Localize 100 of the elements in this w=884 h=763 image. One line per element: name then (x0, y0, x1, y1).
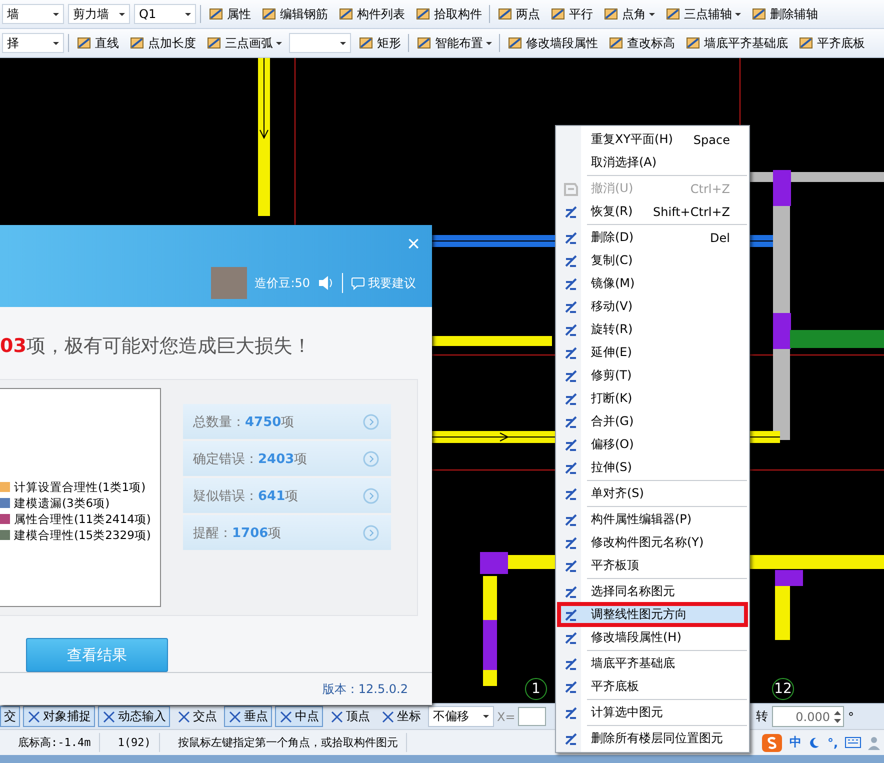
toolbar-button[interactable]: 拾取构件 (412, 3, 485, 25)
snap-toggle[interactable]: 交 (0, 706, 20, 727)
menu-item[interactable]: 延伸(E) (558, 341, 747, 364)
toolbar-button[interactable]: 构件列表 (335, 3, 408, 25)
tool-icon (563, 252, 579, 268)
menu-item[interactable]: 计算选中图元 (558, 701, 747, 724)
toolbar-button[interactable]: 删除辅轴 (748, 3, 821, 25)
menu-item[interactable]: 合并(G) (558, 410, 747, 433)
menu-item[interactable]: 修改墙段属性(H) (558, 626, 747, 649)
tool-icon (358, 35, 374, 51)
toolbar-button[interactable]: 三点辅轴 (662, 3, 744, 25)
tool-icon (129, 35, 145, 51)
snap-toggle[interactable]: 动态输入 (98, 706, 170, 727)
person-icon[interactable] (868, 736, 880, 750)
menu-item[interactable]: 平齐底板 (558, 675, 747, 698)
menu-item[interactable]: 选择同名称图元 (558, 580, 747, 603)
tool-icon (563, 344, 579, 360)
moon-icon[interactable] (808, 736, 820, 748)
chevron-icon[interactable] (363, 488, 379, 504)
menu-item[interactable]: 重复XY平面(H) Space (558, 128, 747, 151)
dropdown-field[interactable]: Q1 (134, 4, 196, 24)
toolbar-button[interactable]: 矩形 (355, 32, 404, 54)
tool-icon (415, 6, 431, 22)
tool-icon (208, 6, 224, 22)
menu-item[interactable]: 构件属性编辑器(P) (558, 508, 747, 531)
tool-icon (563, 322, 579, 338)
menu-item[interactable]: 拉伸(S) (558, 456, 747, 479)
x-input-field[interactable] (518, 707, 546, 726)
version-label: 版本：12.5.0.2 (322, 680, 408, 698)
speaker-icon[interactable] (318, 276, 334, 290)
dropdown-field[interactable]: 墙 (2, 4, 64, 24)
toolbar-button[interactable]: 点加长度 (126, 32, 199, 54)
dropdown-field[interactable] (289, 33, 351, 53)
menu-item[interactable]: 移动(V) (558, 295, 747, 318)
menu-item[interactable]: 偏移(O) (558, 433, 747, 456)
chevron-icon[interactable] (363, 450, 379, 466)
tool-icon (497, 6, 513, 22)
toolbar-button[interactable]: 平行 (547, 3, 596, 25)
tool-icon (76, 35, 92, 51)
snap-toggle[interactable]: 坐标 (377, 706, 425, 727)
toolbar-button[interactable]: 两点 (494, 3, 543, 25)
degree-label: ° (848, 710, 854, 724)
tool-icon (563, 298, 579, 314)
s-logo-icon[interactable] (762, 734, 782, 752)
chevron-icon[interactable] (363, 524, 379, 540)
toolbar-button[interactable]: 直线 (73, 32, 122, 54)
caret-icon (185, 12, 191, 16)
caret-icon (53, 12, 59, 16)
rotate-label: 转 (756, 708, 768, 725)
menu-item[interactable]: 修剪(T) (558, 364, 747, 387)
snap-toggle[interactable]: 对象捕捉 (23, 706, 95, 727)
tool-icon (550, 6, 566, 22)
tool-icon (563, 390, 579, 406)
rotate-input-field[interactable]: 0.000 (772, 706, 844, 727)
tool-icon (563, 436, 579, 452)
snap-toggle[interactable]: 垂点 (224, 706, 272, 727)
chat-icon (351, 276, 365, 290)
axis-label: 1 (525, 678, 547, 700)
spinner-arrows-icon[interactable] (834, 710, 841, 722)
dropdown-field[interactable]: 择 (2, 33, 64, 53)
x-label: X= (497, 710, 516, 724)
dropdown-field[interactable]: 剪力墙 (68, 4, 130, 24)
toolbar-button[interactable]: 平齐底板 (795, 32, 868, 54)
snap-icon (102, 710, 116, 724)
menu-item[interactable]: 单对齐(S) (558, 482, 747, 505)
menu-item[interactable]: 调整线性图元方向 (558, 603, 747, 626)
toolbar-button[interactable]: 属性 (205, 3, 254, 25)
snap-toggle[interactable]: 交点 (173, 706, 221, 727)
ime-punctuation-label[interactable]: °, (827, 736, 838, 750)
menu-item[interactable]: 复制(C) (558, 249, 747, 272)
offset-dropdown[interactable]: 不偏移 (428, 706, 494, 727)
menu-item[interactable]: 镜像(M) (558, 272, 747, 295)
menu-item[interactable]: 墙底平齐基础底 (558, 652, 747, 675)
menu-item[interactable]: 删除所有楼层同位置图元 (558, 727, 747, 750)
caret-icon (53, 42, 59, 44)
menu-item[interactable]: 修改构件图元名称(Y) (558, 531, 747, 554)
toolbar-button[interactable]: 查改标高 (605, 32, 678, 54)
tool-icon (563, 180, 579, 196)
menu-item[interactable]: 删除(D) Del (558, 226, 747, 249)
menu-item[interactable]: 旋转(R) (558, 318, 747, 341)
toolbar-button[interactable]: 修改墙段属性 (504, 32, 601, 54)
keyboard-icon[interactable] (845, 737, 861, 748)
menu-item[interactable]: 平齐板顶 (558, 554, 747, 577)
tool-icon (563, 656, 579, 672)
menu-item[interactable]: 取消选择(A) (558, 151, 747, 174)
toolbar-button[interactable]: 智能布置 (413, 32, 495, 54)
toolbar-button[interactable]: 点角 (600, 3, 658, 25)
ime-mode-label[interactable]: 中 (789, 734, 802, 751)
caret-icon (119, 12, 125, 16)
snap-toggle[interactable]: 中点 (275, 706, 323, 727)
snap-toggle[interactable]: 顶点 (326, 706, 374, 727)
menu-item[interactable]: 打断(K) (558, 387, 747, 410)
menu-item[interactable]: 恢复(R) Shift+Ctrl+Z (558, 200, 747, 223)
caret-icon (276, 42, 282, 44)
chevron-icon[interactable] (363, 414, 379, 430)
toolbar-button[interactable]: 墙底平齐基础底 (682, 32, 791, 54)
caret-icon (735, 12, 741, 16)
toolbar-button[interactable]: 三点画弧 (203, 32, 285, 54)
legend-label: 建模合理性(15类2329项) (14, 528, 151, 543)
toolbar-button[interactable]: 编辑钢筋 (258, 3, 331, 25)
